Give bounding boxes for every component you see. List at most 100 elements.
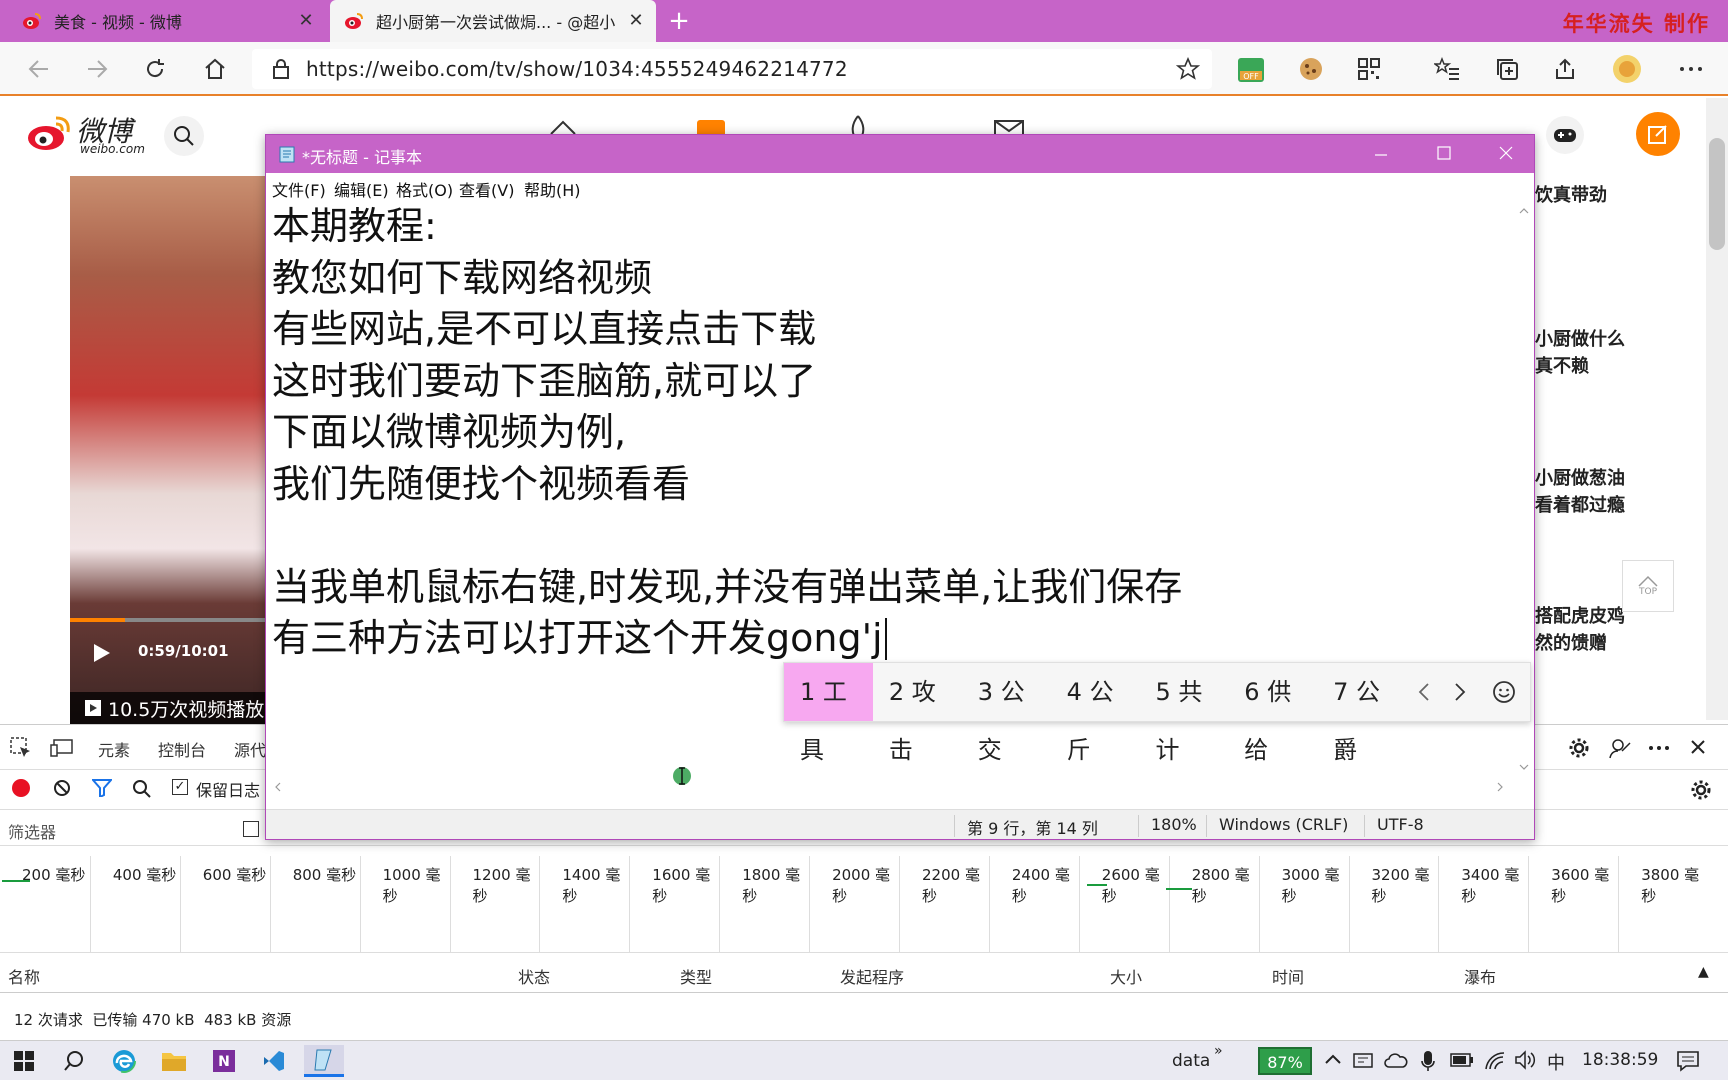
related-video-title[interactable]: 真不赖 bbox=[1535, 354, 1589, 380]
tray-expand-icon[interactable] bbox=[1324, 1049, 1342, 1071]
clock[interactable]: 18:38:59 bbox=[1582, 1050, 1658, 1070]
column-header-name[interactable]: 名称 bbox=[8, 964, 40, 988]
notepad-horizontal-scrollbar[interactable] bbox=[266, 779, 1516, 795]
ime-next-page-icon[interactable] bbox=[1442, 663, 1478, 721]
column-header-waterfall[interactable]: 瀑布 bbox=[1464, 964, 1496, 988]
hot-nav-icon[interactable] bbox=[844, 114, 872, 136]
sort-up-icon[interactable]: ▲ bbox=[1698, 964, 1709, 980]
ime-candidate[interactable]: 7 公爵 bbox=[1317, 663, 1406, 764]
close-devtools-icon[interactable] bbox=[1690, 739, 1706, 755]
column-header-size[interactable]: 大小 bbox=[1110, 964, 1142, 988]
feedback-icon[interactable] bbox=[1608, 737, 1632, 759]
preserve-log-checkbox[interactable]: ✓ bbox=[172, 779, 188, 795]
notepad-title-bar[interactable]: *无标题 - 记事本 bbox=[266, 135, 1534, 173]
column-header-status[interactable]: 状态 bbox=[518, 964, 550, 988]
device-emulation-icon[interactable] bbox=[50, 737, 74, 759]
microphone-icon[interactable] bbox=[1420, 1049, 1436, 1073]
profile-avatar[interactable] bbox=[1612, 54, 1642, 84]
qr-code-icon[interactable] bbox=[1354, 54, 1384, 84]
filter-input[interactable]: 筛选器 bbox=[8, 819, 56, 843]
taskbar-search-icon[interactable] bbox=[54, 1045, 94, 1077]
clear-icon[interactable] bbox=[53, 779, 71, 797]
related-video-title[interactable]: 搭配虎皮鸡 bbox=[1535, 604, 1625, 630]
cookie-icon[interactable] bbox=[1296, 54, 1326, 84]
video-player[interactable]: 0:59/10:01 10.5万次视频播放 bbox=[70, 176, 266, 724]
more-menu-icon[interactable] bbox=[1676, 54, 1706, 84]
close-icon[interactable]: ✕ bbox=[296, 11, 316, 31]
home-button[interactable] bbox=[198, 52, 232, 86]
notepad-text-area[interactable]: 本期教程: 教您如何下载网络视频 有些网站,是不可以直接点击下载 这时我们要动下… bbox=[272, 201, 1508, 723]
minimize-button[interactable] bbox=[1374, 141, 1402, 167]
close-icon[interactable]: ✕ bbox=[626, 11, 646, 31]
refresh-button[interactable] bbox=[138, 52, 172, 86]
chevron-right-icon[interactable]: » bbox=[1214, 1043, 1223, 1059]
taskbar-search-text[interactable]: data bbox=[1172, 1051, 1210, 1071]
menu-edit[interactable]: 编辑(E) bbox=[334, 177, 389, 201]
menu-help[interactable]: 帮助(H) bbox=[524, 177, 581, 201]
favorites-list-icon[interactable] bbox=[1432, 54, 1462, 84]
related-video-title[interactable]: 小厨做葱油 bbox=[1535, 466, 1625, 492]
ime-candidate[interactable]: 1 工具 bbox=[784, 663, 873, 764]
record-button[interactable] bbox=[12, 779, 30, 797]
column-header-initiator[interactable]: 发起程序 bbox=[840, 964, 904, 988]
ime-candidate[interactable]: 2 攻击 bbox=[873, 663, 962, 764]
battery-badge[interactable]: 87% bbox=[1258, 1047, 1312, 1075]
browser-tab-active[interactable]: 超小厨第一次尝试做焗... - @超小 ✕ bbox=[330, 0, 656, 42]
onedrive-icon[interactable] bbox=[1384, 1049, 1408, 1071]
compose-button[interactable] bbox=[1636, 112, 1680, 156]
collections-icon[interactable] bbox=[1492, 54, 1522, 84]
vscode-icon[interactable] bbox=[254, 1045, 294, 1077]
edge-browser-icon[interactable] bbox=[104, 1045, 144, 1077]
wifi-icon[interactable] bbox=[1484, 1049, 1506, 1071]
close-button[interactable] bbox=[1498, 141, 1526, 167]
tab-sources[interactable]: 源代 bbox=[234, 737, 266, 761]
ime-candidate[interactable]: 3 公交 bbox=[962, 663, 1051, 764]
related-video-title[interactable]: 小厨做什么 bbox=[1535, 327, 1625, 353]
weibo-logo[interactable] bbox=[26, 114, 72, 152]
tab-console[interactable]: 控制台 bbox=[158, 737, 206, 761]
ime-language-indicator[interactable]: 中 bbox=[1547, 1049, 1565, 1075]
menu-view[interactable]: 查看(V) bbox=[459, 177, 514, 201]
search-icon[interactable] bbox=[132, 779, 152, 799]
settings-gear-icon[interactable] bbox=[1568, 737, 1590, 759]
ime-candidate[interactable]: 6 供给 bbox=[1228, 663, 1317, 764]
column-header-time[interactable]: 时间 bbox=[1272, 964, 1304, 988]
share-icon[interactable] bbox=[1550, 54, 1580, 84]
notepad-taskbar-icon[interactable] bbox=[304, 1045, 344, 1077]
browser-tab[interactable]: 美食 - 视频 - 微博 ✕ bbox=[8, 0, 326, 42]
related-video-title[interactable]: 然的馈赠 bbox=[1535, 631, 1607, 657]
tab-elements[interactable]: 元素 bbox=[98, 737, 130, 761]
maximize-button[interactable] bbox=[1436, 141, 1464, 167]
filter-icon[interactable] bbox=[92, 779, 112, 797]
menu-file[interactable]: 文件(F) bbox=[272, 177, 326, 201]
back-button[interactable] bbox=[22, 52, 56, 86]
video-progress-bar[interactable] bbox=[70, 618, 266, 622]
emoji-icon[interactable] bbox=[1478, 663, 1530, 721]
network-tray-icon[interactable] bbox=[1352, 1049, 1374, 1071]
battery-icon[interactable] bbox=[1450, 1053, 1474, 1067]
search-button[interactable] bbox=[164, 116, 204, 156]
network-settings-gear-icon[interactable] bbox=[1690, 779, 1712, 801]
scrollbar-thumb[interactable] bbox=[1709, 138, 1725, 250]
more-options-icon[interactable] bbox=[1648, 745, 1670, 751]
related-video-title[interactable]: 饮真带劲 bbox=[1535, 183, 1607, 209]
menu-format[interactable]: 格式(O) bbox=[396, 177, 453, 201]
filter-checkbox[interactable] bbox=[243, 821, 259, 837]
volume-icon[interactable] bbox=[1514, 1049, 1536, 1071]
address-bar[interactable]: https://weibo.com/tv/show/1034:455524946… bbox=[252, 49, 1212, 89]
play-icon[interactable] bbox=[92, 642, 112, 664]
ime-candidate[interactable]: 5 共计 bbox=[1139, 663, 1228, 764]
extension-off-icon[interactable]: OFF bbox=[1236, 54, 1266, 84]
inspect-icon[interactable] bbox=[10, 737, 32, 759]
onenote-icon[interactable]: N bbox=[204, 1045, 244, 1077]
back-to-top-button[interactable]: TOP bbox=[1622, 560, 1674, 612]
file-explorer-icon[interactable] bbox=[154, 1045, 194, 1077]
column-header-type[interactable]: 类型 bbox=[680, 964, 712, 988]
ime-prev-page-icon[interactable] bbox=[1406, 663, 1442, 721]
favorite-star-icon[interactable] bbox=[1176, 57, 1200, 81]
notification-center-icon[interactable] bbox=[1676, 1049, 1700, 1073]
new-tab-button[interactable]: + bbox=[664, 6, 694, 36]
ime-candidate[interactable]: 4 公斤 bbox=[1051, 663, 1140, 764]
page-scrollbar[interactable] bbox=[1706, 98, 1728, 720]
game-icon[interactable] bbox=[1546, 116, 1584, 154]
